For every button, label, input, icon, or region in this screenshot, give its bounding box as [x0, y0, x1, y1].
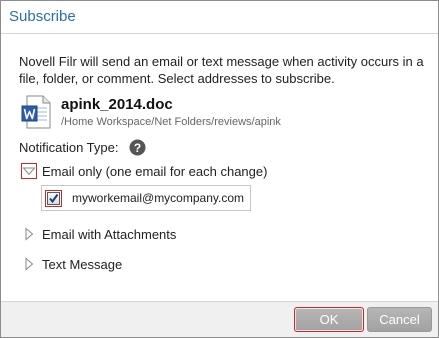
word-document-icon — [21, 95, 51, 129]
checkmark-icon — [49, 193, 59, 204]
option-text-message-label: Text Message — [42, 257, 123, 272]
dialog-title-bar[interactable]: Subscribe — [1, 1, 438, 34]
description-text: Novell Filr will send an email or text m… — [19, 54, 424, 86]
expand-toggle-icon[interactable] — [21, 163, 37, 179]
file-name: apink_2014.doc — [61, 96, 173, 113]
triangle-right-icon — [25, 257, 34, 271]
dialog-content: Novell Filr will send an email or text m… — [1, 35, 438, 301]
option-email-attachments-label: Email with Attachments — [42, 227, 177, 242]
svg-text:?: ? — [134, 141, 141, 155]
notification-type-label: Notification Type: — [19, 140, 119, 155]
expand-toggle-icon[interactable] — [21, 226, 37, 242]
subscribe-dialog: Subscribe Novell Filr will send an email… — [0, 0, 439, 338]
file-info: apink_2014.doc /Home Workspace/Net Folde… — [19, 93, 429, 133]
question-mark-icon[interactable]: ? — [129, 139, 146, 156]
email-checkbox-focus[interactable] — [45, 190, 62, 207]
triangle-right-icon — [25, 227, 34, 241]
ok-button[interactable]: OK — [294, 307, 364, 332]
email-checkbox[interactable] — [47, 192, 60, 205]
triangle-down-icon — [22, 167, 36, 176]
email-address: myworkemail@mycompany.com — [72, 191, 244, 205]
dialog-title: Subscribe — [9, 8, 76, 25]
email-address-item: myworkemail@mycompany.com — [41, 185, 251, 211]
dialog-footer: OK Cancel — [1, 301, 438, 337]
cancel-button[interactable]: Cancel — [367, 307, 432, 332]
file-path: /Home Workspace/Net Folders/reviews/apin… — [61, 116, 281, 128]
expand-toggle-icon[interactable] — [21, 256, 37, 272]
option-email-only-label: Email only (one email for each change) — [42, 164, 268, 179]
